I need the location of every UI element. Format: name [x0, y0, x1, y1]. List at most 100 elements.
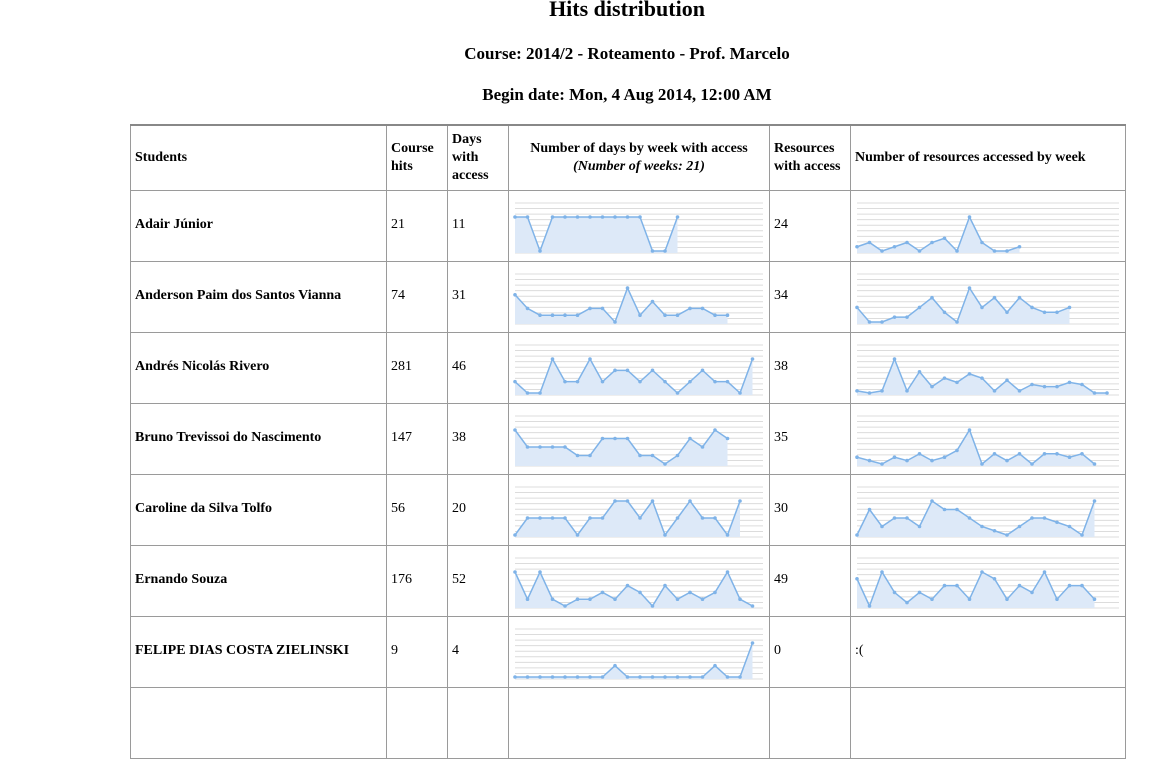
sparkline-point: [930, 384, 934, 389]
sparkline-point: [650, 453, 655, 458]
sparkline-point: [855, 244, 859, 249]
sparkline-point: [1005, 533, 1009, 537]
sparkline-point: [892, 590, 897, 595]
sparkline-point: [600, 215, 605, 219]
sparkline-point: [955, 583, 959, 588]
sparkline-point: [663, 533, 667, 537]
sparkline-point: [563, 215, 567, 219]
sparkline-point: [905, 389, 909, 393]
sparkline-point: [588, 675, 592, 679]
sparkline-point: [992, 528, 997, 533]
sparkline-point: [713, 379, 717, 384]
sparkline-point: [930, 240, 934, 245]
sparkline-point: [967, 215, 972, 219]
sparkline-point: [855, 305, 859, 310]
sparkline-point: [992, 249, 997, 253]
sparkline-point: [955, 448, 959, 453]
course-hits-cell: 74: [386, 261, 448, 333]
sparkline-point: [625, 215, 630, 219]
sparkline-point: [625, 675, 630, 679]
sparkline-point: [663, 249, 667, 253]
sparkline-point: [867, 604, 872, 608]
sparkline-point: [892, 357, 897, 361]
sparkline-point: [675, 597, 680, 601]
sparkline-point: [855, 455, 859, 459]
sparkline-point: [700, 368, 705, 373]
sparkline-point: [688, 306, 692, 311]
sparkline-point: [1017, 583, 1022, 588]
sparkline-point: [538, 313, 542, 317]
sparkline-point: [725, 313, 730, 317]
sparkline-point: [613, 215, 617, 219]
table-header-row: Students Course hits Days with access Nu…: [130, 124, 1126, 191]
sparkline-point: [1067, 305, 1072, 310]
sparkline-point: [942, 236, 947, 241]
sparkline-point: [700, 597, 705, 601]
sparkline-point: [1067, 583, 1072, 588]
resources-cell: 38: [769, 332, 851, 404]
sparkline-area: [515, 501, 740, 537]
table-row: [130, 687, 1126, 759]
sparkline-point: [930, 458, 934, 463]
sparkline-point: [1055, 384, 1059, 389]
sparkline-point: [563, 445, 567, 449]
sparkline-point: [1042, 452, 1047, 456]
sparkline-point: [588, 597, 592, 601]
sparkline-point: [1092, 597, 1097, 601]
sparkline-point: [588, 357, 592, 361]
sparkline-point: [700, 306, 705, 311]
sparkline-point: [905, 600, 909, 605]
sparkline-point: [917, 249, 922, 253]
sparkline-point: [625, 368, 630, 373]
sparkline-point: [538, 445, 542, 449]
sparkline-point: [1055, 310, 1059, 315]
sparkline-point: [550, 516, 555, 520]
student-name: Adair Júnior: [130, 190, 387, 262]
sparkline-point: [1080, 533, 1084, 537]
sparkline-point: [955, 249, 959, 253]
resources-cell: 30: [769, 474, 851, 546]
sparkline-point: [638, 453, 642, 458]
header-days-by-week-label: Number of days by week with access: [530, 141, 748, 156]
sparkline-point: [892, 244, 897, 249]
student-name: Anderson Paim dos Santos Vianna: [130, 261, 387, 333]
sparkline-point: [550, 357, 555, 361]
sparkline-point: [750, 641, 755, 645]
sparkline-point: [588, 516, 592, 520]
sparkline-point: [967, 597, 972, 601]
sparkline-point: [1055, 597, 1059, 601]
sparkline-area: [515, 430, 728, 466]
sparkline-svg: [513, 273, 763, 325]
header-weeks-note: (Number of weeks: 21): [573, 159, 705, 174]
sparkline-point: [663, 675, 667, 679]
days-with-access-cell: 20: [447, 474, 509, 546]
sparkline-point: [980, 240, 984, 245]
sparkline-svg: [855, 344, 1119, 396]
course-hits-cell: 147: [386, 403, 448, 475]
resources-by-week-sparkline: [850, 332, 1126, 404]
sparkline-point: [1092, 462, 1097, 466]
sparkline-svg: [855, 273, 1119, 325]
sparkline-point: [513, 293, 517, 297]
sparkline-point: [1042, 516, 1047, 520]
no-resources-indicator: :(: [850, 616, 1126, 688]
sparkline-point: [905, 315, 909, 319]
sparkline-point: [650, 249, 655, 253]
sparkline-point: [525, 391, 530, 395]
sparkline-point: [955, 507, 959, 512]
table-row: FELIPE DIAS COSTA ZIELINSKI 9 4 0 :(: [130, 616, 1126, 688]
sparkline-point: [1080, 583, 1084, 588]
course-hits-cell: 176: [386, 545, 448, 617]
sparkline-point: [613, 663, 617, 668]
sparkline-point: [538, 570, 542, 574]
course-hits-cell: 21: [386, 190, 448, 262]
sparkline-point: [917, 452, 922, 456]
days-by-week-sparkline: [508, 190, 770, 262]
report-title: Hits distribution: [549, 0, 705, 21]
sparkline-point: [930, 597, 934, 601]
sparkline-point: [855, 389, 859, 393]
header-students: Students: [130, 124, 387, 191]
sparkline-point: [650, 604, 655, 608]
sparkline-point: [880, 320, 884, 324]
sparkline-point: [513, 379, 517, 384]
